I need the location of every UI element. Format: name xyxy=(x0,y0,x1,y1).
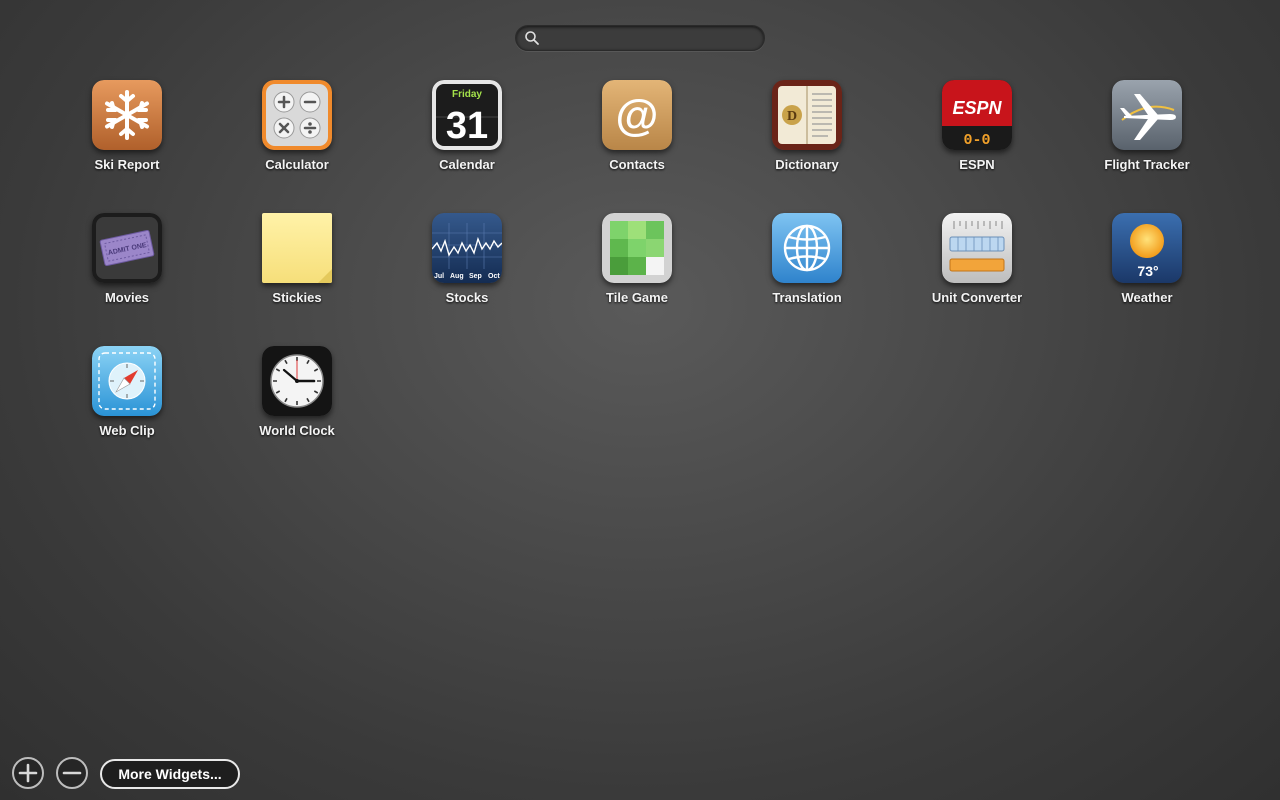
compass-icon xyxy=(92,346,162,416)
weather-sun-icon: 73° xyxy=(1112,213,1182,283)
widget-label: Dictionary xyxy=(775,157,839,172)
widget-web-clip[interactable]: Web Clip xyxy=(57,346,197,456)
airplane-icon xyxy=(1112,80,1182,150)
widget-grid: Ski Report Calculator Friday 31 Calendar… xyxy=(0,0,1280,460)
widget-dictionary[interactable]: D Dictionary xyxy=(737,80,877,190)
minus-icon xyxy=(62,771,82,775)
calendar-icon: Friday 31 xyxy=(432,80,502,150)
widget-label: Tile Game xyxy=(606,290,668,305)
dictionary-letter: D xyxy=(787,109,797,124)
widget-world-clock[interactable]: World Clock xyxy=(227,346,367,456)
espn-logo: ESPN xyxy=(952,98,1002,118)
stocks-month-3: Sep xyxy=(469,273,482,280)
unit-converter-icon xyxy=(942,213,1012,283)
stocks-month-4: Oct xyxy=(488,273,500,280)
weather-temperature: 73° xyxy=(1137,263,1158,279)
dictionary-icon: D xyxy=(772,80,842,150)
widget-calendar[interactable]: Friday 31 Calendar xyxy=(397,80,537,190)
clock-icon xyxy=(262,346,332,416)
at-sign-icon: @ xyxy=(602,80,672,150)
widget-stickies[interactable]: Stickies xyxy=(227,213,367,323)
stocks-month-1: Jul xyxy=(434,273,444,280)
stocks-month-2: Aug xyxy=(450,273,464,280)
sticky-note-icon xyxy=(262,213,332,283)
globe-icon xyxy=(772,213,842,283)
widget-label: Contacts xyxy=(609,157,665,172)
widget-label: Weather xyxy=(1121,290,1173,305)
widget-tile-game[interactable]: Tile Game xyxy=(567,213,707,323)
widget-label: Web Clip xyxy=(99,423,155,438)
snowflake-icon xyxy=(92,80,162,150)
widget-weather[interactable]: 73° Weather xyxy=(1077,213,1217,323)
espn-score: 0-0 xyxy=(963,132,990,149)
widget-label: Translation xyxy=(772,290,842,305)
widget-calculator[interactable]: Calculator xyxy=(227,80,367,190)
widget-label: ESPN xyxy=(959,157,995,172)
widget-label: Calculator xyxy=(265,157,329,172)
widget-label: Stickies xyxy=(272,290,322,305)
widget-ski-report[interactable]: Ski Report xyxy=(57,80,197,190)
more-widgets-button[interactable]: More Widgets... xyxy=(100,759,240,789)
widget-movies[interactable]: ADMIT ONE Movies xyxy=(57,213,197,323)
widget-label: Movies xyxy=(104,290,150,305)
widget-label: World Clock xyxy=(259,423,335,438)
widget-label: Unit Converter xyxy=(931,290,1023,305)
remove-widget-button[interactable] xyxy=(56,757,88,789)
widget-label: Ski Report xyxy=(94,157,160,172)
calendar-day-number: 31 xyxy=(446,105,488,147)
plus-icon xyxy=(18,763,38,783)
espn-icon: ESPN 0-0 xyxy=(942,80,1012,150)
add-widget-button[interactable] xyxy=(12,757,44,789)
widget-label: Flight Tracker xyxy=(1104,157,1190,172)
widget-label: Stocks xyxy=(445,290,489,305)
widget-stocks[interactable]: Jul Aug Sep Oct Stocks xyxy=(397,213,537,323)
widget-unit-converter[interactable]: Unit Converter xyxy=(907,213,1047,323)
calendar-day-name: Friday xyxy=(452,89,482,100)
movie-ticket-icon: ADMIT ONE xyxy=(92,213,162,283)
widget-label: Calendar xyxy=(439,157,495,172)
widget-flight-tracker[interactable]: Flight Tracker xyxy=(1077,80,1217,190)
widget-contacts[interactable]: @ Contacts xyxy=(567,80,707,190)
svg-text:@: @ xyxy=(616,91,659,140)
calculator-icon xyxy=(262,80,332,150)
tile-game-icon xyxy=(602,213,672,283)
stock-chart-icon: Jul Aug Sep Oct xyxy=(432,213,502,283)
widget-translation[interactable]: Translation xyxy=(737,213,877,323)
widget-espn[interactable]: ESPN 0-0 ESPN xyxy=(907,80,1047,190)
